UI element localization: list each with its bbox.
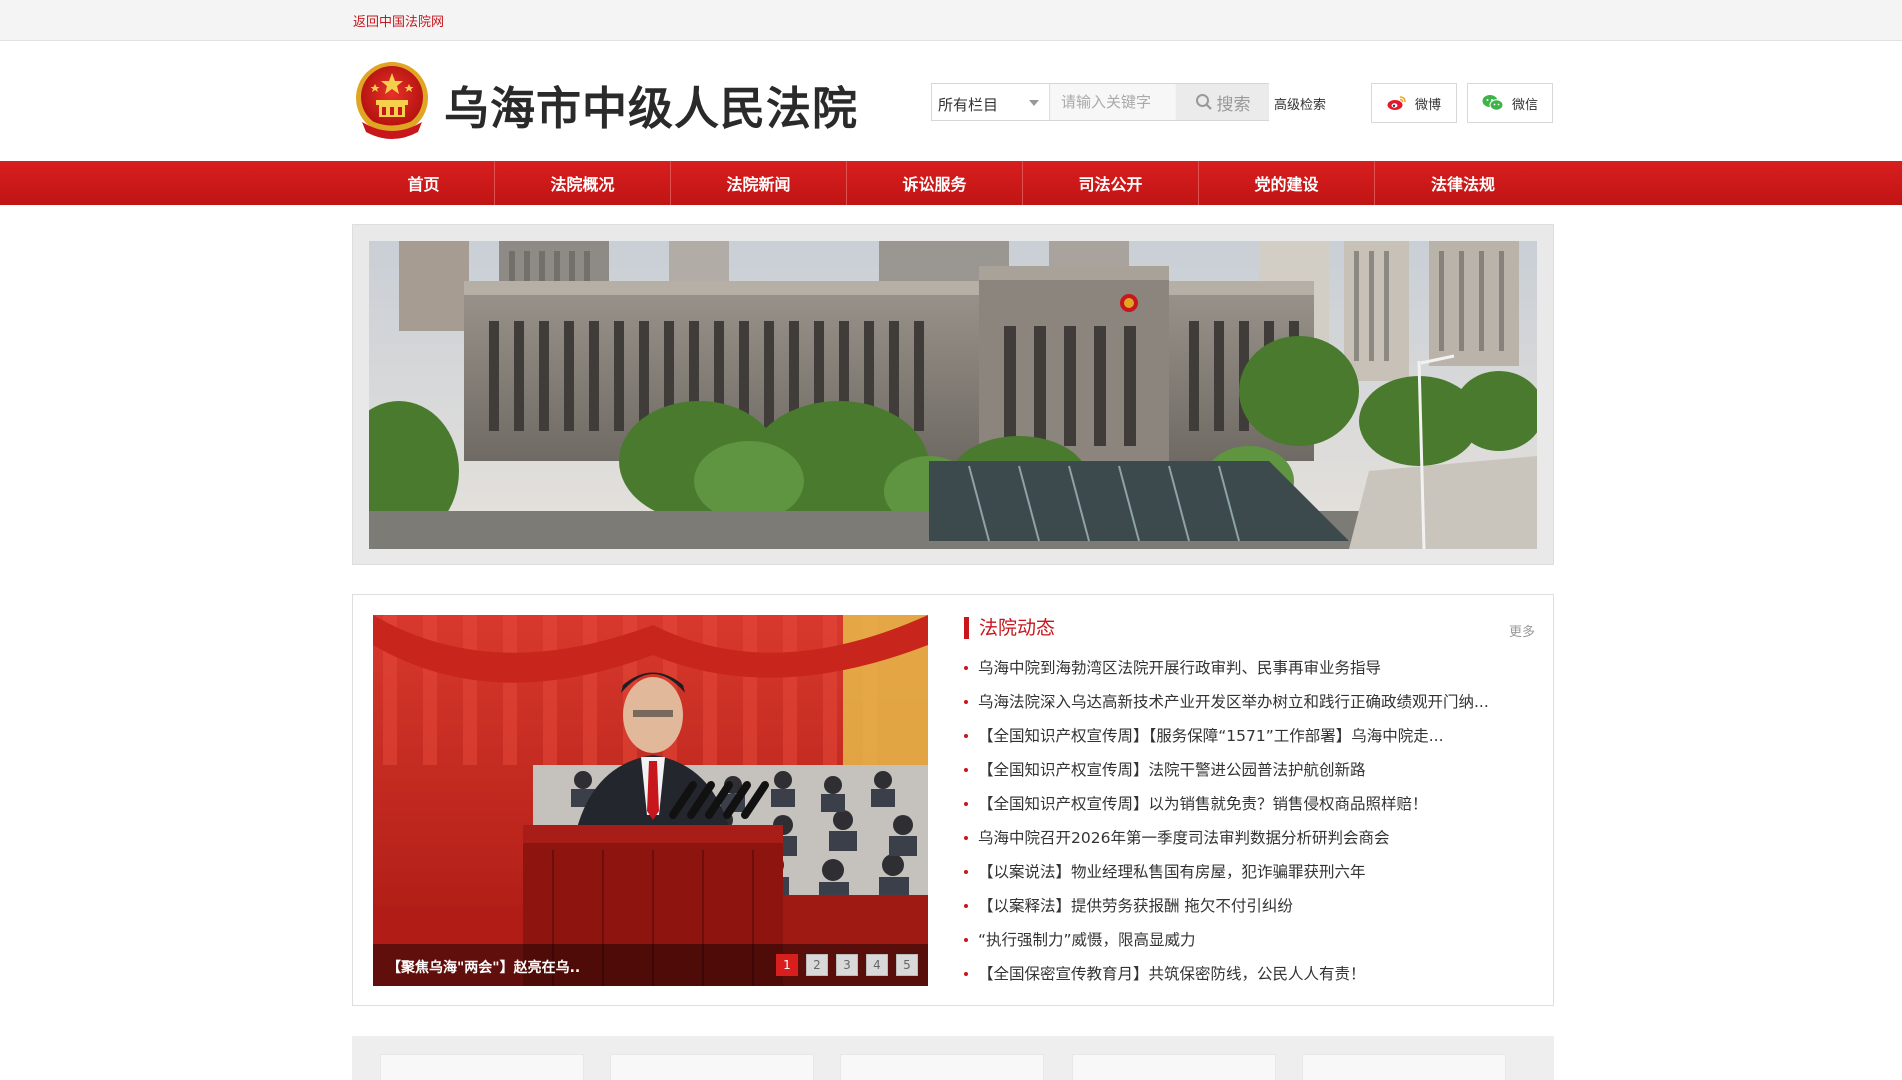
slide-pagination: 1 2 3 4 5 [776,954,918,976]
search-category-select[interactable]: 所有栏目 [932,84,1050,120]
news-list-item[interactable]: 【以案释法】提供劳务获报酬 拖欠不付引纠纷 [964,889,1544,923]
news-list-item[interactable]: “执行强制力”威慑，限高显威力 [964,923,1544,957]
news-panel: 【聚焦乌海"两会"】赵亮在乌.. 1 2 3 4 5 法院动态 更多 乌海中院到… [352,594,1554,1006]
top-bar: 返回中国法院网 [0,0,1902,41]
return-court-network-link[interactable]: 返回中国法院网 [353,11,444,30]
news-list-item[interactable]: 乌海中院召开2026年第一季度司法审判数据分析研判会商会 [964,821,1544,855]
main-nav: 首页 法院概况 法院新闻 诉讼服务 司法公开 党的建设 法律法规 [0,161,1902,205]
news-list-item[interactable]: 【全国知识产权宣传周】法院干警进公园普法护航创新路 [964,753,1544,787]
slide-page-button[interactable]: 4 [866,954,888,976]
wechat-button[interactable]: 微信 [1467,83,1553,123]
advanced-search-link[interactable]: 高级检索 [1274,94,1326,113]
news-section-heading[interactable]: 法院动态 [964,617,1055,639]
more-news-link[interactable]: 更多 [1509,621,1535,640]
weibo-button[interactable]: 微博 [1371,83,1457,123]
banner [352,224,1554,565]
service-card[interactable] [1072,1054,1276,1080]
nav-item-judicial-openness[interactable]: 司法公开 [1023,161,1199,205]
national-emblem-icon[interactable] [352,60,432,142]
nav-item-party-building[interactable]: 党的建设 [1199,161,1375,205]
slide-caption-bar: 【聚焦乌海"两会"】赵亮在乌.. 1 2 3 4 5 [373,944,928,986]
news-list-item[interactable]: 【全国知识产权宣传周】【服务保障“1571”工作部署】乌海中院走... [964,719,1544,753]
service-card[interactable] [840,1054,1044,1080]
weibo-icon [1387,96,1406,110]
nav-item-court-news[interactable]: 法院新闻 [671,161,847,205]
service-card[interactable] [380,1054,584,1080]
news-list-item[interactable]: 【全国知识产权宣传周】以为销售就免责？销售侵权商品照样赔！ [964,787,1544,821]
news-list: 乌海中院到海勃湾区法院开展行政审判、民事再审业务指导 乌海法院深入乌达高新技术产… [964,651,1544,991]
service-card[interactable] [1302,1054,1506,1080]
search-icon [1195,94,1212,110]
news-slideshow[interactable]: 【聚焦乌海"两会"】赵亮在乌.. 1 2 3 4 5 [373,615,928,986]
slide-page-button[interactable]: 2 [806,954,828,976]
nav-item-home[interactable]: 首页 [353,161,495,205]
nav-item-laws-regulations[interactable]: 法律法规 [1375,161,1551,205]
court-building-photo [369,241,1537,549]
search-box: 所有栏目 搜索 [931,83,1269,121]
nav-item-court-overview[interactable]: 法院概况 [495,161,671,205]
news-list-item[interactable]: 【全国保密宣传教育月】共筑保密防线，公民人人有责！ [964,957,1544,991]
site-title: 乌海市中级人民法院 [444,82,859,135]
slide-page-button[interactable]: 1 [776,954,798,976]
search-input[interactable] [1051,84,1175,120]
slide-page-button[interactable]: 5 [896,954,918,976]
news-list-item[interactable]: 乌海法院深入乌达高新技术产业开发区举办树立和践行正确政绩观开门纳... [964,685,1544,719]
wechat-icon [1482,95,1504,111]
service-card[interactable] [610,1054,814,1080]
search-button[interactable]: 搜索 [1176,84,1269,120]
news-list-item[interactable]: 乌海中院到海勃湾区法院开展行政审判、民事再审业务指导 [964,651,1544,685]
slide-caption[interactable]: 【聚焦乌海"两会"】赵亮在乌.. [387,957,580,977]
search-category-value: 所有栏目 [938,96,999,114]
weibo-label: 微博 [1414,97,1441,113]
chevron-down-icon [1029,100,1039,106]
news-slide-photo [373,615,928,986]
slide-page-button[interactable]: 3 [836,954,858,976]
wechat-label: 微信 [1511,97,1538,113]
search-button-label: 搜索 [1216,94,1251,115]
service-section [352,1036,1554,1080]
news-list-item[interactable]: 【以案说法】物业经理私售国有房屋，犯诈骗罪获刑六年 [964,855,1544,889]
nav-item-litigation-services[interactable]: 诉讼服务 [847,161,1023,205]
